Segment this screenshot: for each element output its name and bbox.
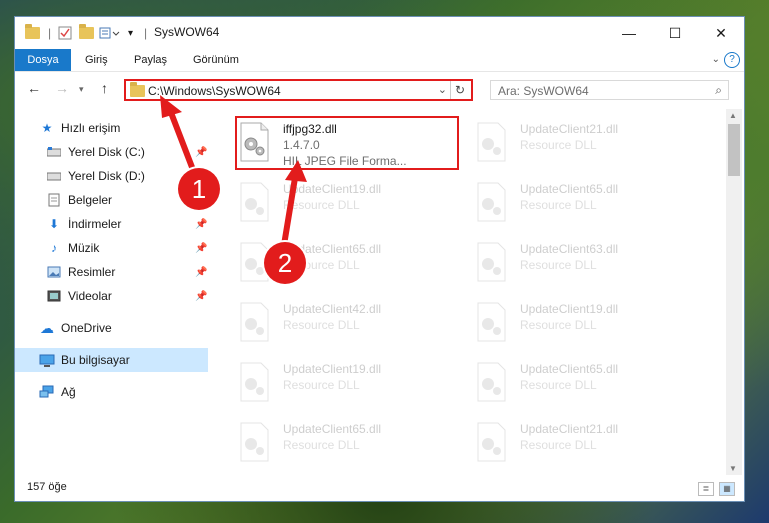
step-badge-1: 1 (178, 168, 220, 210)
arrow-2 (281, 160, 307, 248)
step-badge-2: 2 (264, 242, 306, 284)
arrow-1 (160, 95, 198, 178)
annotation-arrows (160, 95, 307, 248)
